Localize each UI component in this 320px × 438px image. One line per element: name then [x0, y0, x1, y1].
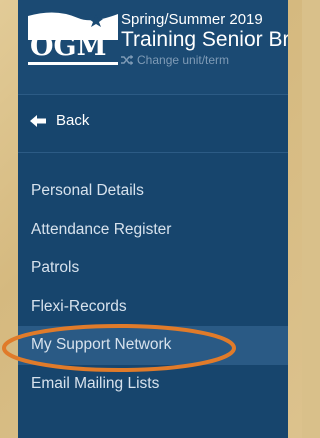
sidebar-bottom: [18, 400, 288, 438]
menu-item-email-mailing-lists[interactable]: Email Mailing Lists: [18, 365, 288, 404]
unit-name[interactable]: Training Senior Br: [121, 28, 288, 52]
sidebar-panel: OGM Spring/Summer 2019 Training Senior B…: [18, 0, 288, 438]
logo-text: OGM: [30, 31, 107, 62]
menu-item-attendance-register[interactable]: Attendance Register: [18, 211, 288, 250]
back-label: Back: [56, 112, 90, 129]
change-unit-label: Change unit/term: [137, 53, 230, 67]
sidebar-header: OGM Spring/Summer 2019 Training Senior B…: [18, 0, 288, 94]
header-divider: [18, 94, 288, 95]
arrow-left-icon: [30, 114, 46, 127]
menu-item-my-support-network[interactable]: My Support Network: [18, 326, 288, 365]
sidebar-menu: Personal Details Attendance Register Pat…: [18, 172, 288, 403]
back-button[interactable]: Back: [30, 112, 89, 129]
nav-divider: [18, 152, 288, 153]
menu-item-patrols[interactable]: Patrols: [18, 249, 288, 288]
term-label: Spring/Summer 2019: [121, 11, 263, 28]
shuffle-icon: [121, 55, 133, 65]
change-unit-link[interactable]: Change unit/term: [121, 53, 229, 67]
menu-item-flexi-records[interactable]: Flexi-Records: [18, 288, 288, 327]
menu-item-personal-details[interactable]: Personal Details: [18, 172, 288, 211]
